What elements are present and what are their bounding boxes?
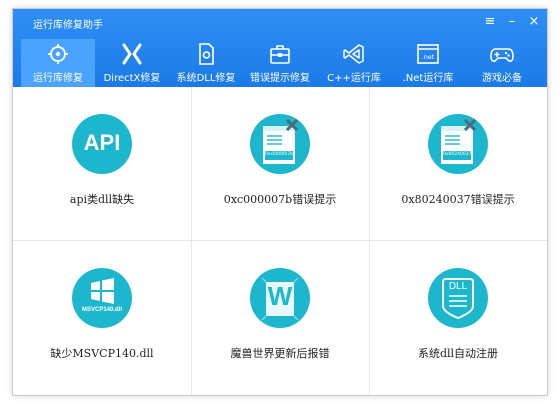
dll-file-icon	[199, 43, 214, 65]
tab-label: C++运行库	[327, 73, 381, 84]
item-error-0x80240037[interactable]: 0x80240037 0x80240037错误提示	[369, 87, 547, 241]
app-window: 运行库修复助手 ≡ – × 运行库修复 DirectX修复 系统DLL修复 错误…	[12, 8, 548, 396]
visual-studio-icon	[343, 44, 364, 64]
tab-label: 游戏必备	[482, 73, 522, 84]
tab-label: 运行库修复	[33, 73, 83, 84]
window-title: 运行库修复助手	[33, 20, 103, 31]
error-code-text: 0xc000007b	[265, 152, 293, 157]
target-icon	[48, 44, 68, 64]
item-label: 魔兽世界更新后报错	[230, 347, 330, 360]
dll-name-text: MSVCP140.dll	[81, 307, 122, 313]
header-bar: 运行库修复助手 ≡ – × 运行库修复 DirectX修复 系统DLL修复 错误…	[13, 9, 547, 87]
tab-system-dll[interactable]: 系统DLL修复	[169, 39, 243, 87]
svg-text:.net: .net	[422, 53, 435, 61]
api-icon: API	[72, 114, 132, 174]
item-label: 0xc000007b错误提示	[223, 193, 337, 206]
windows-logo-icon: MSVCP140.dll	[72, 268, 132, 328]
menu-button[interactable]: ≡	[481, 13, 499, 31]
minimize-button[interactable]: –	[503, 13, 521, 31]
repair-grid: API api类dll缺失 0xc000007b 0xc000007b错误提示	[13, 87, 547, 395]
tab-runtime-repair[interactable]: 运行库修复	[21, 39, 95, 87]
tab-error-repair[interactable]: 错误提示修复	[243, 39, 317, 87]
tab-label: DirectX修复	[103, 73, 161, 84]
item-dll-auto-register[interactable]: DLL 系统dll自动注册	[369, 241, 547, 395]
wow-letter: W	[267, 281, 293, 311]
toolbox-icon	[270, 45, 290, 64]
item-wow-update-error[interactable]: W 魔兽世界更新后报错	[191, 241, 369, 395]
error-code-text: 0x80240037	[443, 152, 472, 157]
wow-logo-icon: W	[250, 268, 310, 328]
item-label: 系统dll自动注册	[417, 347, 499, 360]
gamepad-icon	[490, 48, 514, 62]
tab-dotnet-runtime[interactable]: .net .Net运行库	[391, 39, 465, 87]
error-window-icon: 0xc000007b	[250, 114, 310, 174]
tab-label: .Net运行库	[402, 73, 454, 84]
item-label: 缺少MSVCP140.dll	[50, 347, 154, 360]
dll-badge-icon: DLL	[428, 268, 488, 328]
dll-badge-text: DLL	[448, 281, 468, 292]
tab-cpp-runtime[interactable]: C++运行库	[317, 39, 391, 87]
directx-icon	[122, 43, 142, 65]
tab-game-essentials[interactable]: 游戏必备	[465, 39, 539, 87]
item-api-dll-missing[interactable]: API api类dll缺失	[13, 87, 191, 241]
tab-label: 系统DLL修复	[176, 73, 236, 84]
error-window-icon: 0x80240037	[428, 114, 488, 174]
item-label: api类dll缺失	[69, 193, 135, 206]
item-msvcp140-missing[interactable]: MSVCP140.dll 缺少MSVCP140.dll	[13, 241, 191, 395]
tab-label: 错误提示修复	[250, 73, 310, 84]
close-button[interactable]: ×	[525, 13, 543, 31]
tab-bar: 运行库修复 DirectX修复 系统DLL修复 错误提示修复 C++运行库 .n…	[21, 39, 539, 87]
tab-directx[interactable]: DirectX修复	[95, 39, 169, 87]
api-icon-text: API	[83, 130, 121, 155]
dotnet-window-icon: .net	[417, 44, 439, 64]
item-label: 0x80240037错误提示	[401, 193, 515, 206]
item-error-0xc000007b[interactable]: 0xc000007b 0xc000007b错误提示	[191, 87, 369, 241]
